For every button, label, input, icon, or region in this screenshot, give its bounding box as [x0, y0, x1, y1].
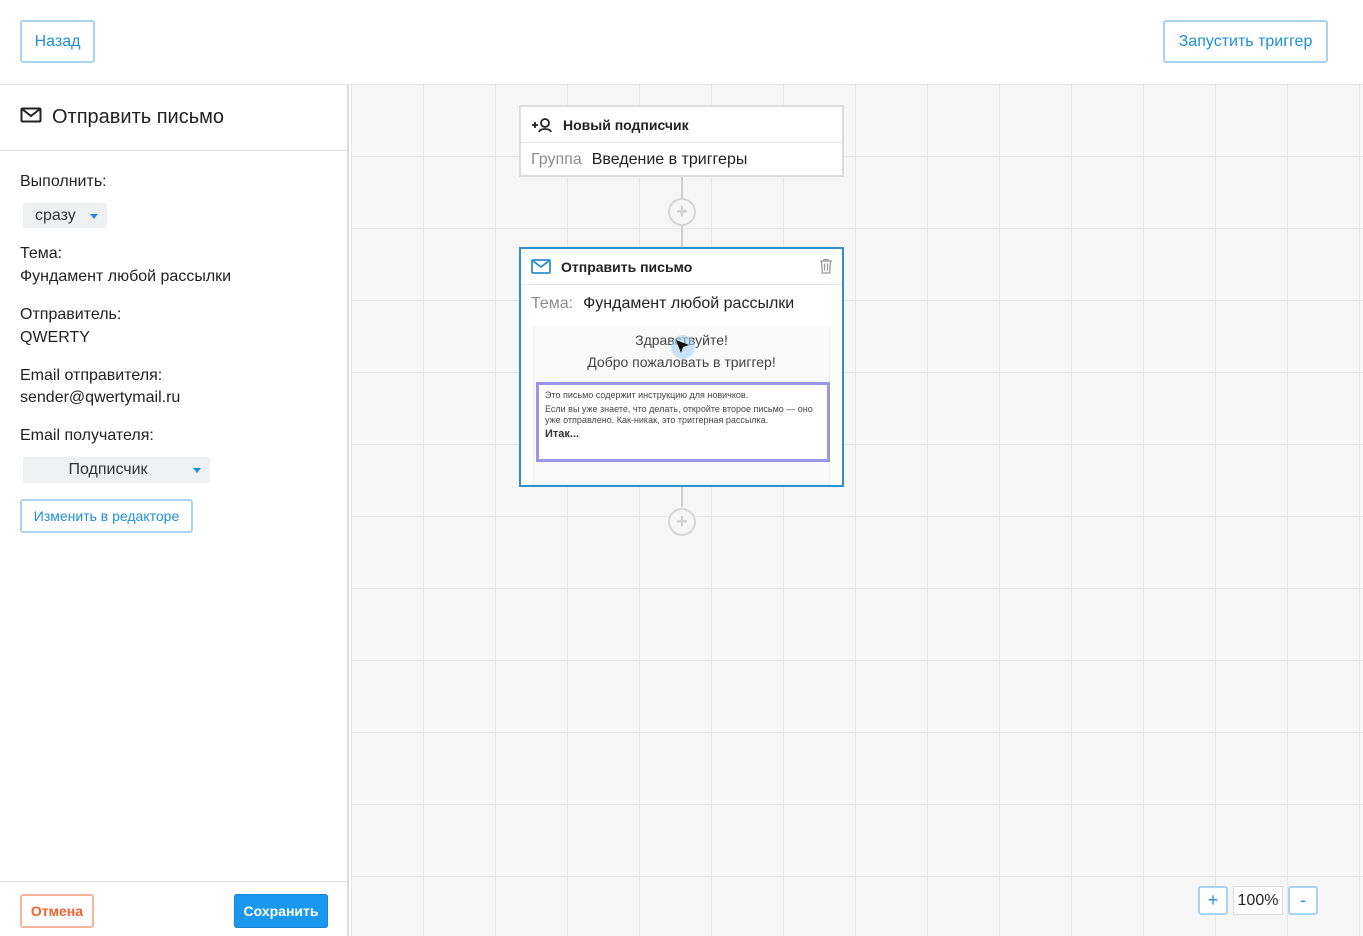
- workflow-canvas[interactable]: Новый подписчик Группа Введение в тригге…: [351, 85, 1363, 936]
- execute-value: сразу: [35, 206, 76, 224]
- envelope-icon: [20, 107, 42, 128]
- subject-label: Тема:: [20, 245, 63, 262]
- execute-dropdown[interactable]: сразу: [23, 203, 107, 228]
- cancel-button[interactable]: Отмена: [20, 894, 94, 928]
- panel-header: Отправить письмо: [0, 85, 347, 151]
- email-subject-label: Тема:: [531, 295, 574, 312]
- back-button[interactable]: Назад: [20, 20, 95, 63]
- email-node-header: Отправить письмо: [521, 249, 842, 285]
- edit-in-editor-button[interactable]: Изменить в редакторе: [20, 499, 193, 533]
- top-bar: Назад Запустить триггер: [0, 0, 1363, 85]
- subject-value: Фундамент любой рассылки: [20, 268, 232, 285]
- chevron-down-icon: [193, 468, 201, 473]
- trigger-group-value: Введение в триггеры: [591, 150, 748, 168]
- run-trigger-button[interactable]: Запустить триггер: [1163, 20, 1328, 63]
- trigger-node-title: Новый подписчик: [563, 116, 689, 133]
- preview-paragraph: Итак...: [545, 428, 580, 440]
- recipient-email-dropdown[interactable]: Подписчик: [23, 457, 210, 483]
- recipient-email-label: Email получателя:: [20, 427, 154, 444]
- panel-title: Отправить письмо: [52, 106, 225, 128]
- trigger-node-body: Группа Введение в триггеры: [521, 143, 842, 176]
- envelope-icon: [531, 259, 551, 274]
- chevron-down-icon: [90, 214, 98, 219]
- plus-circle-icon: +: [676, 511, 688, 533]
- settings-panel: Отправить письмо Выполнить: сразу Тема: …: [0, 85, 349, 936]
- preview-paragraph: Если вы уже знаете, что делать, откройте…: [545, 404, 813, 425]
- email-node-subject: Тема: Фундамент любой рассылки: [521, 285, 842, 323]
- sender-value: QWERTY: [20, 329, 90, 346]
- recipient-email-value: Подписчик: [68, 461, 148, 478]
- zoom-out-button[interactable]: -: [1288, 886, 1318, 915]
- execute-label: Выполнить:: [20, 173, 107, 190]
- zoom-level: 100%: [1233, 886, 1283, 915]
- trigger-node[interactable]: Новый подписчик Группа Введение в тригге…: [519, 105, 844, 177]
- zoom-in-button[interactable]: +: [1198, 886, 1228, 915]
- preview-content-block: Это письмо содержит инструкцию для нович…: [536, 382, 830, 462]
- add-step-button[interactable]: +: [668, 508, 696, 536]
- plus-circle-icon: +: [676, 201, 688, 223]
- preview-paragraph: Это письмо содержит инструкцию для нович…: [545, 390, 749, 400]
- sender-label: Отправитель:: [20, 306, 122, 323]
- email-subject-value: Фундамент любой рассылки: [583, 295, 795, 312]
- sender-email-label: Email отправителя:: [20, 367, 163, 384]
- trash-icon[interactable]: [819, 258, 833, 277]
- save-button[interactable]: Сохранить: [234, 894, 328, 928]
- mouse-cursor-icon: [671, 335, 711, 380]
- add-user-icon: [531, 117, 553, 133]
- trigger-group-label: Группа: [531, 150, 582, 168]
- panel-footer: Отмена Сохранить: [0, 881, 347, 936]
- email-node-title: Отправить письмо: [561, 258, 693, 275]
- sender-email-value: sender@qwertymail.ru: [20, 389, 181, 406]
- trigger-node-header: Новый подписчик: [521, 107, 842, 143]
- connector-line: [681, 487, 683, 507]
- add-step-button[interactable]: +: [668, 198, 696, 226]
